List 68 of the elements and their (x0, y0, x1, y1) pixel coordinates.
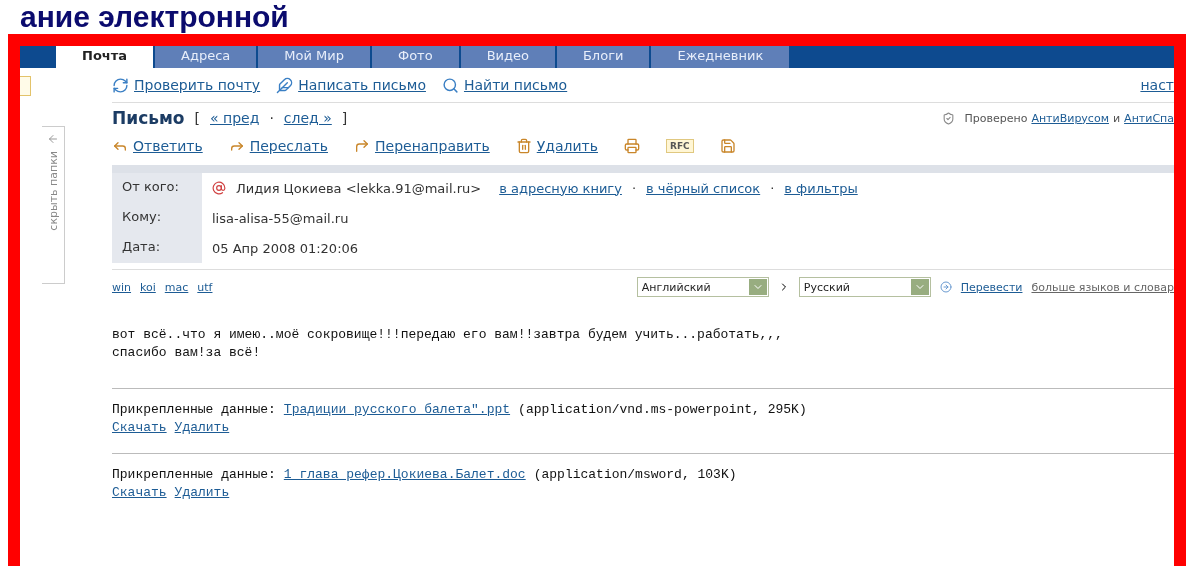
bracket: [ (194, 110, 200, 126)
tab[interactable]: Мой Мир (258, 46, 370, 68)
encoding-link[interactable]: koi (140, 280, 156, 294)
toolbar-link[interactable]: Найти письмо (441, 76, 568, 94)
separator: · (770, 180, 775, 196)
conjunction: и (1112, 111, 1121, 125)
feather-icon (276, 76, 294, 94)
download-link[interactable]: Скачать (112, 484, 167, 502)
hide-folders-toggle[interactable]: скрыть папки (42, 126, 65, 284)
slide-title: ание электронной (19, 0, 290, 34)
header-link[interactable]: в чёрный список (646, 180, 761, 196)
attachment-link[interactable]: Традиции русского балета".ppt (283, 401, 511, 419)
toolbar-link[interactable]: Написать письмо (276, 76, 426, 94)
print-button[interactable] (624, 138, 640, 154)
encoding-link[interactable]: mac (164, 280, 189, 294)
redirect-icon (354, 138, 370, 154)
header-value: 05 Апр 2008 01:20:06 (212, 240, 359, 256)
attachment-info: (application/vnd.ms-powerpoint, 295K) (518, 401, 807, 419)
save-button[interactable] (719, 138, 736, 154)
separator: · (269, 110, 274, 126)
translate-link[interactable]: Перевести (960, 280, 1023, 294)
header-label: Дата: (112, 233, 202, 263)
header-link[interactable]: в адресную книгу (499, 180, 622, 196)
at-icon (212, 181, 226, 195)
refresh-icon (112, 76, 129, 94)
separator: · (631, 180, 637, 196)
search-icon (441, 76, 459, 94)
scan-note: Проверено (964, 111, 1028, 125)
reply-link[interactable]: Ответить (112, 138, 203, 154)
shield-icon (941, 111, 955, 125)
forward-link[interactable]: Переслать (228, 138, 328, 154)
header-label: Кому: (112, 203, 202, 233)
delete-link[interactable]: Удалить (515, 138, 598, 154)
settings-link[interactable]: наст (1140, 77, 1174, 93)
message-body: вот всё..что я имею..моё сокровище!!!передаю его вам!!завтра будем учить...работать,,, спасибо вам!за всё! (112, 326, 784, 362)
letter-title: Письмо (112, 108, 185, 128)
printer-icon (624, 138, 640, 154)
delete-link[interactable]: Удалить (174, 484, 230, 502)
header-label: От кого: (112, 173, 202, 203)
arrow-icon (47, 133, 59, 145)
tab[interactable]: Блоги (556, 46, 650, 68)
panel-edge (20, 76, 31, 96)
attachment-info: (application/msword, 103K) (533, 466, 737, 484)
target-language-select[interactable]: Русский (798, 277, 931, 297)
delete-link[interactable]: Удалить (174, 419, 230, 437)
rfc-button[interactable]: RFC (666, 139, 694, 153)
header-link[interactable]: в фильтры (784, 180, 858, 196)
next-link[interactable]: след » (283, 110, 332, 126)
antispam-link[interactable]: АнтиСпа (1124, 111, 1174, 125)
download-link[interactable]: Скачать (112, 419, 167, 437)
attachment-label: Прикрепленные данные: (112, 401, 276, 419)
antivirus-link[interactable]: АнтиВирусом (1031, 111, 1109, 125)
attachment-label: Прикрепленные данные: (112, 466, 276, 484)
toolbar-link[interactable]: Проверить почту (112, 76, 261, 94)
header-value: Лидия Цокиева <lekka.91@mail.ru> (236, 180, 482, 196)
tab[interactable]: Почта (56, 46, 154, 68)
prev-link[interactable]: « пред (210, 110, 260, 126)
trash-icon (515, 138, 532, 154)
bracket: ] (341, 110, 348, 126)
attachment-link[interactable]: 1 глава рефер.Цокиева.Балет.doc (283, 466, 526, 484)
source-language-select[interactable]: Английский (636, 277, 769, 297)
encoding-link[interactable]: win (112, 280, 132, 294)
save-icon (719, 138, 736, 154)
encoding-link[interactable]: utf (197, 280, 213, 294)
redirect-link[interactable]: Перенаправить (354, 138, 490, 154)
tab[interactable]: Фото (371, 46, 459, 68)
header-value: lisa-alisa-55@mail.ru (212, 210, 349, 226)
more-languages-link[interactable]: больше языков и словар (1031, 280, 1174, 294)
